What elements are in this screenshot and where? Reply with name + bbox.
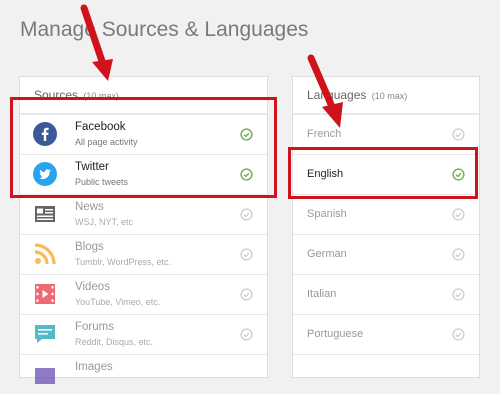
source-name: Blogs [75,241,104,253]
languages-header: Languages (10 max) [293,77,479,114]
source-name: Forums [75,321,114,333]
check-circle-icon[interactable] [240,288,253,301]
source-name: Videos [75,281,110,293]
source-row-news[interactable]: News WSJ, NYT, etc [20,194,267,234]
language-row-italian[interactable]: Italian [293,274,479,314]
check-circle-icon[interactable] [240,328,253,341]
languages-header-label: Languages [307,88,367,102]
language-row-german[interactable]: German [293,234,479,274]
languages-panel: Languages (10 max) French English Spanis… [292,76,480,378]
source-row-images[interactable]: Images [20,354,267,394]
source-description: WSJ, NYT, etc [75,217,134,227]
language-row-portuguese[interactable]: Portuguese [293,314,479,354]
language-row-empty [293,354,479,394]
language-name: Spanish [307,208,347,220]
source-description: YouTube, Vimeo, etc. [75,297,161,307]
check-circle-icon[interactable] [240,208,253,221]
check-circle-icon[interactable] [452,128,465,141]
source-row-videos[interactable]: Videos YouTube, Vimeo, etc. [20,274,267,314]
source-description: Tumblr, WordPress, etc. [75,257,172,267]
source-name: Images [75,361,113,373]
check-circle-icon[interactable] [240,248,253,261]
news-icon [35,206,55,222]
language-name: Italian [307,288,337,300]
language-name: French [307,128,342,140]
check-circle-icon[interactable] [452,248,465,261]
check-circle-icon[interactable] [452,288,465,301]
image-icon [35,368,55,384]
language-name: Portuguese [307,328,364,340]
video-icon [35,284,55,304]
check-circle-icon[interactable] [452,208,465,221]
language-row-spanish[interactable]: Spanish [293,194,479,234]
forum-icon [35,325,55,343]
check-circle-icon[interactable] [452,328,465,341]
source-row-blogs[interactable]: Blogs Tumblr, WordPress, etc. [20,234,267,274]
page-title: Manage Sources & Languages [20,18,309,41]
source-name: News [75,201,104,213]
rss-icon [34,243,56,265]
sources-highlight-box [10,97,277,198]
source-row-forums[interactable]: Forums Reddit, Disqus, etc. [20,314,267,354]
language-highlight-box [288,147,478,199]
language-name: German [307,248,347,260]
languages-header-note: (10 max) [371,91,408,101]
source-description: Reddit, Disqus, etc. [75,337,154,347]
